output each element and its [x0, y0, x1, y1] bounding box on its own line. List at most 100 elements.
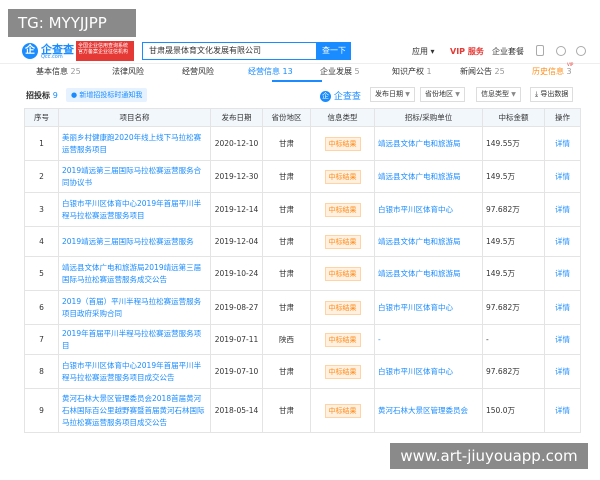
col-header-amount[interactable]: 中标金额	[482, 108, 545, 127]
col-header-date[interactable]: 发布日期	[210, 108, 263, 127]
row-project-name[interactable]: 2019（首届）平川半程马拉松赛运营服务项目政府采购合同	[58, 290, 211, 325]
project-link[interactable]: 白银市平川区体育中心2019年首届平川半程马拉松赛运营服务项目成交公告	[62, 361, 201, 382]
unit-link[interactable]: 靖远县文体广电和旅游局	[378, 139, 461, 148]
table-row: 1 美丽乡村健康跑2020年线上线下马拉松赛运营服务项目 2020-12-10 甘肃中…	[24, 126, 581, 161]
notify-new-bids-button[interactable]: ● 新增招投标时通知我	[66, 88, 148, 102]
row-date: 2019-12-30	[210, 160, 263, 193]
row-region: 甘肃	[262, 192, 311, 227]
slogan-badge: 全国企业信用查询系统 官方备案企业征信机构	[76, 41, 134, 61]
nav-app[interactable]: 应用 ▾	[412, 46, 435, 57]
row-region: 甘肃	[262, 226, 311, 257]
row-unit[interactable]: 靖远县文体广电和旅游局	[374, 126, 483, 161]
nav-vip[interactable]: VIP 服务	[450, 46, 484, 57]
nav-enterprise[interactable]: 企业套餐	[492, 46, 524, 57]
unit-link[interactable]: 白银市平川区体育中心	[378, 303, 453, 312]
user-avatar-icon[interactable]	[576, 46, 586, 56]
row-op[interactable]: 详情	[544, 290, 581, 325]
notification-icon[interactable]	[556, 46, 566, 56]
tab-business-risk[interactable]: 经营风险	[182, 66, 214, 77]
row-type: 中标结果	[310, 226, 375, 257]
detail-link[interactable]: 详情	[555, 406, 570, 415]
detail-link[interactable]: 详情	[555, 205, 570, 214]
row-number: 4	[24, 226, 59, 257]
qcc-logo[interactable]: 企 企查查 Qcc.com	[22, 41, 78, 61]
row-project-name[interactable]: 黄河石林大景区管理委员会2018首届黄河石林国际百公里越野赛暨首届黄河石林国际马…	[58, 388, 211, 433]
section-title: 招投标 9	[26, 91, 58, 100]
project-link[interactable]: 白银市平川区体育中心2019年首届平川半程马拉松赛运营服务项目	[62, 199, 201, 220]
row-type: 中标结果	[310, 126, 375, 161]
row-project-name[interactable]: 白银市平川区体育中心2019年首届平川半程马拉松赛运营服务项目成交公告	[58, 354, 211, 389]
unit-link[interactable]: -	[378, 335, 381, 344]
detail-link[interactable]: 详情	[555, 172, 570, 181]
filter-date-dropdown[interactable]: 发布日期 ▼	[370, 87, 415, 102]
tab-ip[interactable]: 知识产权 1	[392, 66, 432, 77]
site-header: 企 企查查 Qcc.com 全国企业信用查询系统 官方备案企业征信机构 甘肃晟景…	[0, 38, 600, 64]
tab-business-info[interactable]: 经营信息 13	[248, 66, 293, 77]
project-link[interactable]: 2019年首届平川半程马拉松赛运营服务项目	[62, 329, 201, 350]
row-op[interactable]: 详情	[544, 324, 581, 355]
status-badge: 中标结果	[324, 403, 361, 418]
row-unit[interactable]: 靖远县文体广电和旅游局	[374, 256, 483, 291]
row-project-name[interactable]: 2019年首届平川半程马拉松赛运营服务项目	[58, 324, 211, 355]
status-badge: 中标结果	[324, 332, 361, 347]
search-input[interactable]: 甘肃晟景体育文化发展有限公司	[142, 42, 317, 60]
row-op[interactable]: 详情	[544, 160, 581, 193]
col-header-unit: 招标/采购单位	[374, 108, 483, 127]
unit-link[interactable]: 靖远县文体广电和旅游局	[378, 237, 461, 246]
row-op[interactable]: 详情	[544, 256, 581, 291]
row-op[interactable]: 详情	[544, 192, 581, 227]
row-type: 中标结果	[310, 354, 375, 389]
detail-link[interactable]: 详情	[555, 335, 570, 344]
row-op[interactable]: 详情	[544, 226, 581, 257]
status-badge: 中标结果	[324, 364, 361, 379]
row-unit[interactable]: 靖远县文体广电和旅游局	[374, 226, 483, 257]
project-link[interactable]: 2019（首届）平川半程马拉松赛运营服务项目政府采购合同	[62, 297, 201, 318]
row-project-name[interactable]: 靖远县文体广电和旅游局2019靖远第三届国际马拉松赛运营服务成交公告	[58, 256, 211, 291]
table-row: 7 2019年首届平川半程马拉松赛运营服务项目 2019-07-11 陕西 中标结果 - -…	[24, 324, 581, 355]
project-link[interactable]: 2019靖远第三届国际马拉松赛运营服务	[62, 237, 194, 246]
row-op[interactable]: 详情	[544, 354, 581, 389]
project-link[interactable]: 靖远县文体广电和旅游局2019靖远第三届国际马拉松赛运营服务成交公告	[62, 263, 201, 284]
row-type: 中标结果	[310, 290, 375, 325]
row-project-name[interactable]: 2019靖远第三届国际马拉松赛运营服务合同协议书	[58, 160, 211, 193]
row-unit[interactable]: 白银市平川区体育中心	[374, 192, 483, 227]
row-project-name[interactable]: 2019靖远第三届国际马拉松赛运营服务	[58, 226, 211, 257]
project-link[interactable]: 美丽乡村健康跑2020年线上线下马拉松赛运营服务项目	[62, 133, 201, 154]
phone-icon[interactable]	[536, 45, 544, 56]
unit-link[interactable]: 白银市平川区体育中心	[378, 367, 453, 376]
row-date: 2020-12-10	[210, 126, 263, 161]
row-unit[interactable]: 黄河石林大景区管理委员会	[374, 388, 483, 433]
chevron-down-icon: ▼	[511, 91, 516, 98]
row-region: 甘肃	[262, 160, 311, 193]
tab-development[interactable]: 企业发展 5	[320, 66, 360, 77]
project-link[interactable]: 2019靖远第三届国际马拉松赛运营服务合同协议书	[62, 166, 201, 187]
row-number: 5	[24, 256, 59, 291]
row-unit[interactable]: -	[374, 324, 483, 355]
tab-legal-risk[interactable]: 法律风险	[112, 66, 144, 77]
tab-basic-info[interactable]: 基本信息 25	[36, 66, 81, 77]
unit-link[interactable]: 黄河石林大景区管理委员会	[378, 406, 468, 415]
tab-news[interactable]: 新闻公告 25	[460, 66, 505, 77]
row-unit[interactable]: 白银市平川区体育中心	[374, 290, 483, 325]
row-op[interactable]: 详情	[544, 388, 581, 433]
detail-link[interactable]: 详情	[555, 303, 570, 312]
filter-region-dropdown[interactable]: 省份地区 ▼	[420, 87, 465, 102]
search-button[interactable]: 查一下	[317, 42, 351, 60]
unit-link[interactable]: 靖远县文体广电和旅游局	[378, 269, 461, 278]
row-unit[interactable]: 白银市平川区体育中心	[374, 354, 483, 389]
detail-link[interactable]: 详情	[555, 367, 570, 376]
row-project-name[interactable]: 美丽乡村健康跑2020年线上线下马拉松赛运营服务项目	[58, 126, 211, 161]
row-project-name[interactable]: 白银市平川区体育中心2019年首届平川半程马拉松赛运营服务项目	[58, 192, 211, 227]
row-op[interactable]: 详情	[544, 126, 581, 161]
detail-link[interactable]: 详情	[555, 269, 570, 278]
project-link[interactable]: 黄河石林大景区管理委员会2018首届黄河石林国际百公里越野赛暨首届黄河石林国际马…	[62, 394, 205, 427]
row-date: 2019-12-04	[210, 226, 263, 257]
tab-history[interactable]: 历史信息 3	[532, 66, 572, 77]
unit-link[interactable]: 靖远县文体广电和旅游局	[378, 172, 461, 181]
row-unit[interactable]: 靖远县文体广电和旅游局	[374, 160, 483, 193]
export-data-button[interactable]: ⤓ 导出数据	[530, 87, 574, 102]
detail-link[interactable]: 详情	[555, 237, 570, 246]
unit-link[interactable]: 白银市平川区体育中心	[378, 205, 453, 214]
filter-type-dropdown[interactable]: 信息类型 ▼	[476, 87, 521, 102]
detail-link[interactable]: 详情	[555, 139, 570, 148]
